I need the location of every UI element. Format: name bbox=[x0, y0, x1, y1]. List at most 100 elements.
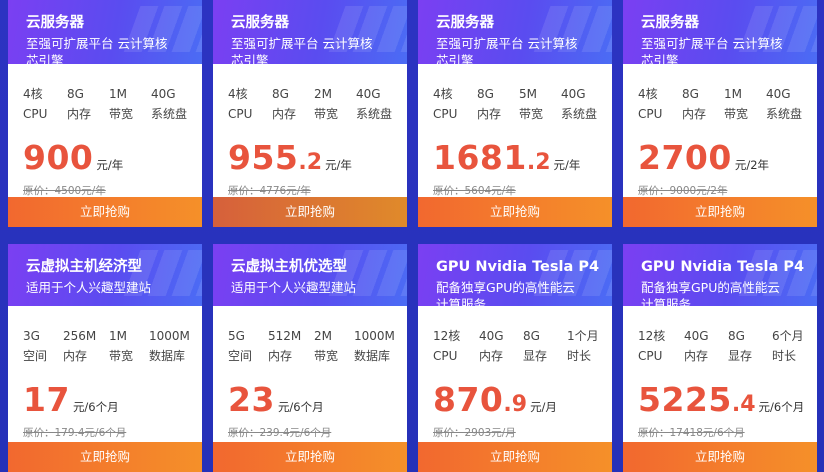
card-header: 云服务器 至强可扩展平台 云计算核芯引擎 bbox=[8, 0, 202, 64]
card-header: 云服务器 至强可扩展平台 云计算核芯引擎 bbox=[623, 0, 817, 64]
spec-item: 12核 CPU bbox=[638, 329, 666, 363]
spec-list: 4核 CPU 8G 内存 1M 带宽 40G 系统盘 bbox=[623, 84, 817, 124]
spec-item: 3G 空间 bbox=[23, 329, 48, 363]
spec-item: 40G 系统盘 bbox=[766, 87, 803, 121]
product-card-cloud-server-1[interactable]: 云服务器 至强可扩展平台 云计算核芯引擎 4核 CPU 8G 内存 1M 带宽 40G… bbox=[8, 0, 202, 227]
price-integer: 900 bbox=[23, 138, 94, 177]
price-integer: 955 bbox=[228, 138, 299, 177]
price: 23 元/6个月 bbox=[213, 380, 407, 419]
spec-item: 1个月 时长 bbox=[567, 329, 599, 363]
original-price: 原价：17418元/6个月 bbox=[638, 427, 745, 439]
spec-item: 256M 内存 bbox=[63, 329, 97, 363]
price-decimal: .2 bbox=[526, 150, 551, 175]
price: 2700 元/2年 bbox=[623, 138, 817, 177]
original-price: 原价：4776元/年 bbox=[228, 185, 311, 197]
price-unit: 元/6个月 bbox=[758, 400, 805, 414]
card-header: 云服务器 至强可扩展平台 云计算核芯引擎 bbox=[418, 0, 612, 64]
original-price: 原价：2903元/月 bbox=[433, 427, 516, 439]
price: 17 元/6个月 bbox=[8, 380, 202, 419]
price-unit: 元/年 bbox=[553, 158, 581, 172]
card-subtitle: 至强可扩展平台 云计算核芯引擎 bbox=[231, 36, 373, 64]
spec-list: 4核 CPU 8G 内存 2M 带宽 40G 系统盘 bbox=[213, 84, 407, 124]
spec-item: 40G 系统盘 bbox=[356, 87, 393, 121]
buy-now-button[interactable]: 立即抢购 bbox=[8, 197, 202, 227]
product-card-virtual-host-premium[interactable]: 云虚拟主机优选型 适用于个人兴趣型建站 5G 空间 512M 内存 2M 带宽 100… bbox=[213, 244, 407, 472]
product-card-gpu-tesla-p4-2[interactable]: GPU Nvidia Tesla P4 配备独享GPU的高性能云计算服务 12核… bbox=[623, 244, 817, 472]
card-subtitle: 适用于个人兴趣型建站 bbox=[26, 280, 152, 295]
buy-now-button[interactable]: 立即抢购 bbox=[623, 197, 817, 227]
price-decimal: .9 bbox=[503, 392, 528, 417]
buy-now-button[interactable]: 立即抢购 bbox=[418, 197, 612, 227]
spec-item: 1000M 数据库 bbox=[149, 329, 190, 363]
spec-item: 8G 内存 bbox=[477, 87, 502, 121]
original-price: 原价：239.4元/6个月 bbox=[228, 427, 332, 439]
product-card-cloud-server-4[interactable]: 云服务器 至强可扩展平台 云计算核芯引擎 4核 CPU 8G 内存 1M 带宽 40G… bbox=[623, 0, 817, 227]
price: 955.2 元/年 bbox=[213, 138, 407, 177]
card-subtitle: 至强可扩展平台 云计算核芯引擎 bbox=[436, 36, 578, 64]
spec-item: 8G 内存 bbox=[272, 87, 297, 121]
buy-now-button[interactable]: 立即抢购 bbox=[213, 197, 407, 227]
card-header: 云虚拟主机经济型 适用于个人兴趣型建站 bbox=[8, 244, 202, 306]
spec-item: 40G 内存 bbox=[479, 329, 504, 363]
spec-item: 1M 带宽 bbox=[724, 87, 749, 121]
spec-item: 4核 CPU bbox=[433, 87, 458, 121]
spec-item: 1M 带宽 bbox=[109, 329, 134, 363]
price-unit: 元/年 bbox=[96, 158, 124, 172]
spec-item: 2M 带宽 bbox=[314, 329, 339, 363]
price-integer: 23 bbox=[228, 380, 275, 419]
product-card-cloud-server-2[interactable]: 云服务器 至强可扩展平台 云计算核芯引擎 4核 CPU 8G 内存 2M 带宽 40G… bbox=[213, 0, 407, 227]
product-card-cloud-server-3[interactable]: 云服务器 至强可扩展平台 云计算核芯引擎 4核 CPU 8G 内存 5M 带宽 40G… bbox=[418, 0, 612, 227]
price-unit: 元/2年 bbox=[734, 158, 770, 172]
price-integer: 870 bbox=[433, 380, 504, 419]
price-integer: 5225 bbox=[638, 380, 732, 419]
card-subtitle: 至强可扩展平台 云计算核芯引擎 bbox=[26, 36, 168, 64]
card-header: 云虚拟主机优选型 适用于个人兴趣型建站 bbox=[213, 244, 407, 306]
card-title: 云虚拟主机经济型 bbox=[26, 259, 142, 275]
spec-item: 12核 CPU bbox=[433, 329, 461, 363]
original-price: 原价：4500元/年 bbox=[23, 185, 106, 197]
spec-list: 4核 CPU 8G 内存 5M 带宽 40G 系统盘 bbox=[418, 84, 612, 124]
price: 1681.2 元/年 bbox=[418, 138, 612, 177]
card-header: GPU Nvidia Tesla P4 配备独享GPU的高性能云计算服务 bbox=[623, 244, 817, 306]
spec-item: 5M 带宽 bbox=[519, 87, 544, 121]
spec-item: 4核 CPU bbox=[23, 87, 48, 121]
card-subtitle: 配备独享GPU的高性能云计算服务 bbox=[436, 280, 575, 306]
original-price: 原价：9000元/2年 bbox=[638, 185, 728, 197]
spec-list: 5G 空间 512M 内存 2M 带宽 1000M 数据库 bbox=[213, 326, 407, 366]
card-subtitle: 至强可扩展平台 云计算核芯引擎 bbox=[641, 36, 783, 64]
price-decimal: .2 bbox=[298, 150, 323, 175]
card-subtitle: 适用于个人兴趣型建站 bbox=[231, 280, 357, 295]
card-title: 云服务器 bbox=[26, 15, 84, 31]
buy-now-button[interactable]: 立即抢购 bbox=[623, 442, 817, 472]
spec-item: 4核 CPU bbox=[638, 87, 663, 121]
price-integer: 1681 bbox=[433, 138, 527, 177]
card-header: GPU Nvidia Tesla P4 配备独享GPU的高性能云计算服务 bbox=[418, 244, 612, 306]
price-integer: 17 bbox=[23, 380, 70, 419]
price-decimal: .4 bbox=[731, 392, 756, 417]
spec-item: 8G 内存 bbox=[682, 87, 707, 121]
spec-list: 4核 CPU 8G 内存 1M 带宽 40G 系统盘 bbox=[8, 84, 202, 124]
price-integer: 2700 bbox=[638, 138, 732, 177]
card-title: 云服务器 bbox=[436, 15, 494, 31]
buy-now-button[interactable]: 立即抢购 bbox=[8, 442, 202, 472]
product-card-gpu-tesla-p4-1[interactable]: GPU Nvidia Tesla P4 配备独享GPU的高性能云计算服务 12核… bbox=[418, 244, 612, 472]
card-title: GPU Nvidia Tesla P4 bbox=[436, 259, 600, 275]
price-unit: 元/年 bbox=[325, 158, 352, 172]
card-subtitle: 配备独享GPU的高性能云计算服务 bbox=[641, 280, 780, 306]
product-card-virtual-host-economy[interactable]: 云虚拟主机经济型 适用于个人兴趣型建站 3G 空间 256M 内存 1M 带宽 100… bbox=[8, 244, 202, 472]
buy-now-button[interactable]: 立即抢购 bbox=[213, 442, 407, 472]
spec-list: 12核 CPU 40G 内存 8G 显存 6个月 时长 bbox=[623, 326, 817, 366]
product-grid: 云服务器 至强可扩展平台 云计算核芯引擎 4核 CPU 8G 内存 1M 带宽 40G… bbox=[0, 0, 824, 472]
price-unit: 元/6个月 bbox=[72, 400, 119, 414]
spec-item: 8G 内存 bbox=[67, 87, 92, 121]
original-price: 原价：5604元/年 bbox=[433, 185, 516, 197]
spec-list: 12核 CPU 40G 内存 8G 显存 1个月 时长 bbox=[418, 326, 612, 366]
card-title: 云服务器 bbox=[641, 15, 699, 31]
spec-list: 3G 空间 256M 内存 1M 带宽 1000M 数据库 bbox=[8, 326, 202, 366]
spec-item: 1M 带宽 bbox=[109, 87, 134, 121]
buy-now-button[interactable]: 立即抢购 bbox=[418, 442, 612, 472]
price-unit: 元/月 bbox=[530, 400, 557, 414]
spec-item: 2M 带宽 bbox=[314, 87, 339, 121]
spec-item: 8G 显存 bbox=[523, 329, 548, 363]
spec-item: 40G 系统盘 bbox=[151, 87, 188, 121]
